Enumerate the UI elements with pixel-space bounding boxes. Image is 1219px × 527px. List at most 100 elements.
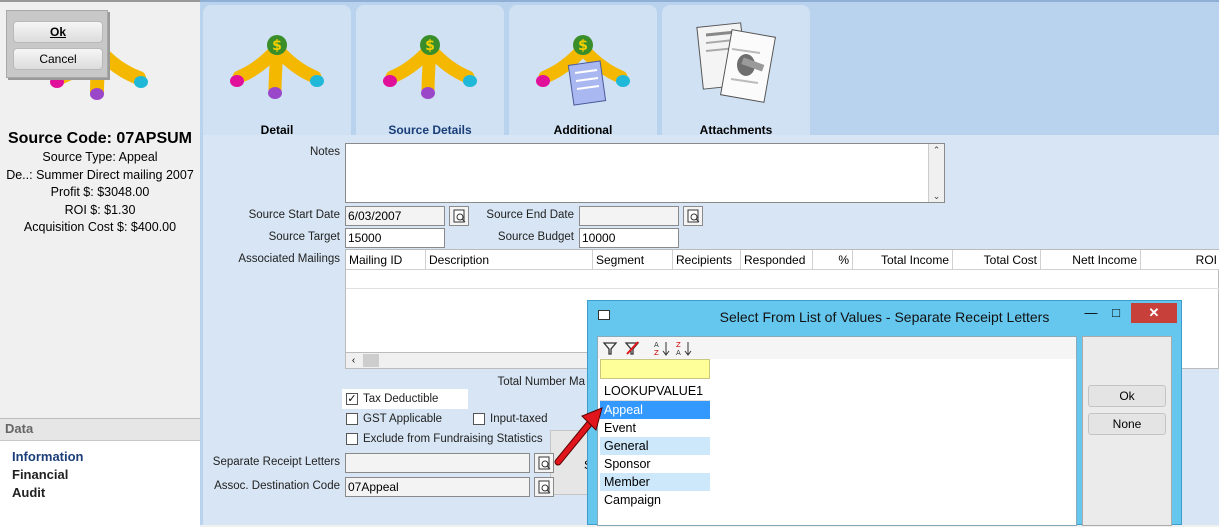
list-item[interactable]: Campaign [600, 491, 710, 509]
svg-text:Z: Z [654, 349, 659, 357]
lov-ok-button[interactable]: Ok [1088, 385, 1166, 407]
source-budget-field[interactable]: 10000 [579, 228, 679, 248]
column-header[interactable]: Segment [593, 250, 673, 270]
nav-item-audit[interactable]: Audit [0, 484, 200, 502]
source-description: De..: Summer Direct mailing 2007 [6, 167, 194, 182]
lookup-search-icon [538, 480, 551, 494]
cancel-button[interactable]: Cancel [13, 48, 103, 70]
calendar-search-icon [453, 209, 466, 223]
lov-toolbar: AZ ZA [598, 337, 1076, 359]
separate-receipt-letters-label: Separate Receipt Letters [212, 456, 340, 468]
list-item[interactable]: Sponsor [600, 455, 710, 473]
column-header[interactable]: Responded [741, 250, 813, 270]
svg-text:$: $ [578, 38, 588, 54]
associated-mailings-label: Associated Mailings [238, 253, 340, 265]
source-code-title: Source Code: 07APSUM [7, 130, 193, 147]
assoc-destination-code-field[interactable]: 07Appeal [345, 477, 530, 497]
filter-icon[interactable] [602, 340, 618, 356]
svg-text:$: $ [425, 38, 435, 54]
separate-receipt-letters-field[interactable] [345, 453, 530, 473]
left-panel: Ok Cancel Source Code: 07APSUM Source Ty… [0, 0, 200, 527]
source-type: Source Type: Appeal [42, 150, 158, 164]
lov-button-panel: Ok None [1082, 336, 1172, 526]
close-button[interactable]: ✕ [1131, 303, 1177, 323]
grid-horizontal-scrollbar[interactable]: ‹ [345, 352, 605, 369]
tab-source-details[interactable]: $ Source Details [356, 5, 504, 137]
calendar-search-icon [687, 209, 700, 223]
scroll-left-icon[interactable]: ‹ [346, 353, 361, 368]
profit: Profit $: $3048.00 [50, 185, 150, 199]
svg-text:A: A [654, 341, 659, 349]
roi: ROI $: $1.30 [64, 202, 136, 217]
lov-none-button[interactable]: None [1088, 413, 1166, 435]
column-header[interactable]: Recipients [673, 250, 741, 270]
column-header[interactable]: Nett Income [1041, 250, 1141, 270]
tab-detail[interactable]: $ Detail [203, 5, 351, 137]
ok-cancel-panel: Ok Cancel [6, 10, 108, 78]
scroll-up-icon[interactable]: ⌃ [929, 144, 944, 156]
money-hand-icon: $ [230, 35, 324, 99]
start-date-picker-button[interactable] [449, 206, 469, 226]
paperclip-documents-icon [696, 22, 776, 103]
gst-applicable-label: GST Applicable [363, 413, 443, 425]
column-header[interactable]: Mailing ID [346, 250, 426, 270]
nav-item-information[interactable]: Information [0, 448, 200, 466]
source-start-date-field[interactable]: 6/03/2007 [345, 206, 445, 226]
list-item[interactable]: General [600, 437, 710, 455]
data-nav: Data Information Financial Audit [0, 418, 200, 527]
data-nav-header: Data [0, 419, 200, 441]
notes-label: Notes [309, 146, 340, 158]
lov-filter-input[interactable] [600, 359, 710, 379]
column-header[interactable]: ROI [1141, 250, 1219, 270]
ok-button[interactable]: Ok [13, 21, 103, 43]
total-number-label: Total Number Ma [497, 376, 585, 388]
svg-text:Z: Z [676, 341, 681, 349]
end-date-picker-button[interactable] [683, 206, 703, 226]
scroll-down-icon[interactable]: ⌄ [929, 190, 944, 202]
source-end-date-label: Source End Date [486, 209, 574, 221]
money-hand-icon: $ [383, 35, 477, 99]
table-row[interactable] [346, 270, 1219, 289]
gst-applicable-checkbox[interactable] [346, 413, 358, 425]
red-arrow-icon [554, 407, 603, 466]
source-target-label: Source Target [268, 231, 340, 243]
tab-attachments[interactable]: Attachments [662, 5, 810, 137]
lov-list-area: AZ ZA LOOKUPVALUE1 Appeal Event General … [597, 336, 1077, 526]
minimize-button[interactable]: — [1079, 303, 1103, 323]
list-item[interactable]: Member [600, 473, 710, 491]
svg-text:$: $ [272, 38, 282, 54]
svg-text:A: A [676, 349, 681, 357]
scrollbar-thumb[interactable] [363, 354, 379, 367]
sort-ascending-icon[interactable]: AZ [654, 339, 670, 357]
assoc-destination-lookup-button[interactable] [534, 477, 554, 497]
notes-textarea[interactable]: ⌃ ⌄ [345, 143, 945, 203]
input-taxed-label: Input-taxed [490, 413, 548, 425]
clear-filter-icon[interactable] [624, 340, 640, 356]
column-header[interactable]: Total Income [853, 250, 953, 270]
list-item[interactable]: Appeal [600, 401, 710, 419]
column-header[interactable]: % [813, 250, 853, 270]
exclude-fundraising-checkbox[interactable] [346, 433, 358, 445]
money-hand-notepad-icon: $ [536, 35, 630, 106]
column-header[interactable]: Description [426, 250, 593, 270]
tax-deductible-label: Tax Deductible [363, 393, 439, 405]
source-target-field[interactable]: 15000 [345, 228, 445, 248]
tab-additional[interactable]: $ Additional [509, 5, 657, 137]
lov-column-header[interactable]: LOOKUPVALUE1 [600, 381, 710, 401]
source-start-date-label: Source Start Date [248, 209, 340, 221]
notes-scrollbar[interactable]: ⌃ ⌄ [928, 144, 944, 202]
input-taxed-checkbox[interactable] [473, 413, 485, 425]
nav-item-financial[interactable]: Financial [0, 466, 200, 484]
source-summary: Source Code: 07APSUM Source Type: Appeal… [0, 129, 200, 237]
lov-dialog: Select From List of Values - Separate Re… [587, 300, 1182, 526]
source-budget-label: Source Budget [497, 231, 574, 243]
tax-deductible-checkbox[interactable]: ✓ [346, 393, 358, 405]
exclude-fundraising-label: Exclude from Fundraising Statistics [363, 433, 543, 445]
sort-descending-icon[interactable]: ZA [676, 339, 692, 357]
source-end-date-field[interactable] [579, 206, 679, 226]
list-item[interactable]: Event [600, 419, 710, 437]
column-header[interactable]: Total Cost [953, 250, 1041, 270]
acquisition-cost: Acquisition Cost $: $400.00 [23, 220, 177, 234]
maximize-button[interactable]: □ [1104, 303, 1128, 323]
assoc-destination-code-label: Assoc. Destination Code [214, 480, 340, 492]
